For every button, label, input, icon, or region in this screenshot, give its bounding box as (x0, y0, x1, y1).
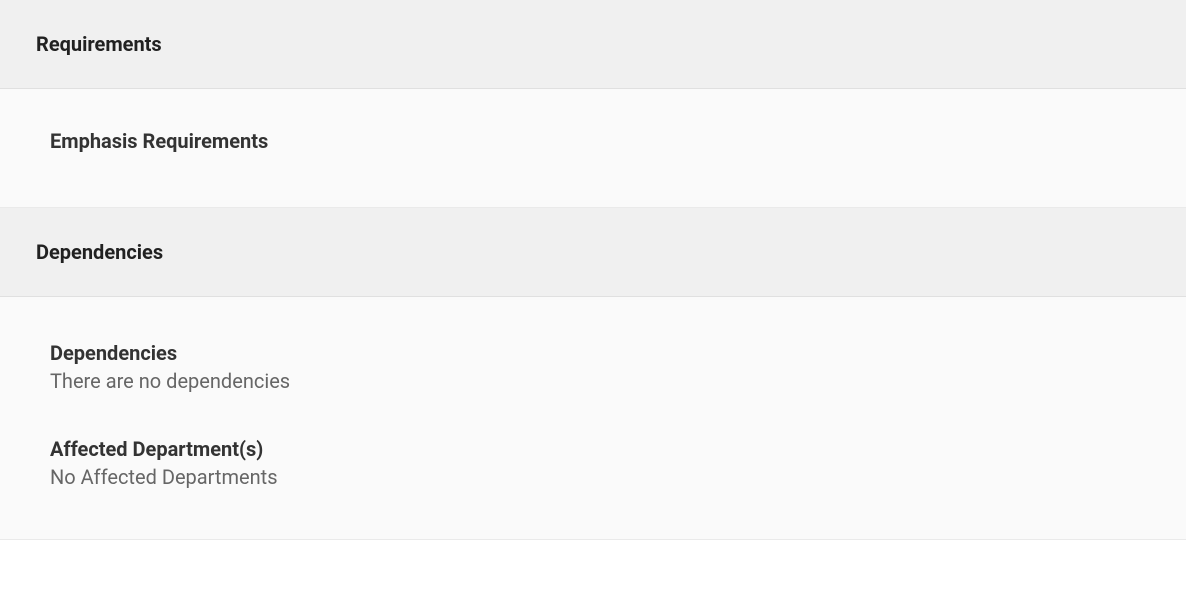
dependencies-title: Dependencies (36, 240, 1150, 264)
requirements-section-header: Requirements (0, 0, 1186, 89)
dependencies-section-header: Dependencies (0, 208, 1186, 297)
dependencies-field: Dependencies There are no dependencies (50, 341, 1150, 393)
dependencies-section-body: Dependencies There are no dependencies A… (0, 297, 1186, 540)
affected-departments-label: Affected Department(s) (50, 437, 1150, 461)
requirements-section-body: Emphasis Requirements (0, 89, 1186, 208)
affected-departments-field: Affected Department(s) No Affected Depar… (50, 437, 1150, 489)
emphasis-requirements-label: Emphasis Requirements (50, 129, 1150, 153)
affected-departments-value: No Affected Departments (50, 465, 1150, 489)
dependencies-label: Dependencies (50, 341, 1150, 365)
dependencies-value: There are no dependencies (50, 369, 1150, 393)
page-container: Requirements Emphasis Requirements Depen… (0, 0, 1186, 540)
requirements-title: Requirements (36, 32, 1150, 56)
